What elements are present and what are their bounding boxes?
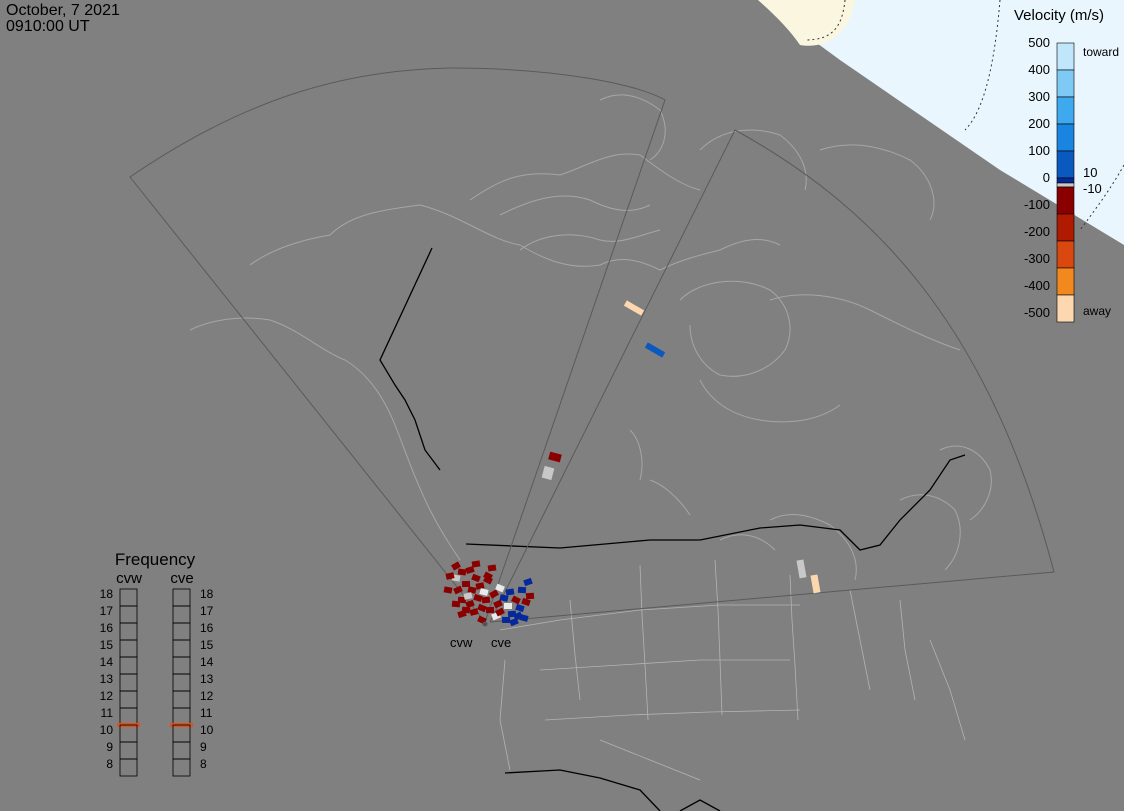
frequency-level-left: 14 [100,655,114,669]
frequency-title: Frequency [115,550,196,569]
frequency-radar-cvw: cvw [116,570,142,587]
radar-label-cve: cve [491,635,511,650]
frequency-level-left: 13 [100,672,114,686]
frequency-level-right: 18 [200,587,214,601]
velocity-swatch [1056,42,1075,71]
scatter-echo [504,603,512,609]
frequency-level-left: 15 [100,638,114,652]
velocity-swatch [1056,294,1075,323]
velocity-tick: -100 [1024,197,1050,212]
frequency-level-right: 11 [200,706,213,720]
scatter-echo [501,616,511,624]
velocity-tick: -200 [1024,224,1050,239]
velocity-tick: 100 [1028,143,1050,158]
frequency-level-left: 9 [106,740,113,754]
velocity-tick: 300 [1028,89,1050,104]
velocity-swatch [1056,240,1075,269]
velocity-inner-tick: 10 [1083,165,1097,180]
scatter-echo [487,564,497,572]
velocity-swatch [1056,213,1075,242]
time-label: 0910:00 UT [6,18,90,35]
velocity-swatch-zero [1056,182,1075,188]
frequency-level-left: 18 [100,587,114,601]
velocity-title: Velocity (m/s) [1014,7,1104,24]
scatter-echo [525,592,535,600]
velocity-swatch [1056,123,1075,152]
frequency-level-left: 12 [100,689,114,703]
frequency-level-right: 16 [200,621,214,635]
frequency-level-left: 10 [100,723,114,737]
velocity-tick: -500 [1024,305,1050,320]
velocity-tick: 500 [1028,35,1050,50]
scatter-echo [485,606,495,614]
velocity-swatch [1056,69,1075,98]
velocity-swatch [1056,186,1075,215]
scatter-echo [471,560,481,568]
velocity-inner-tick: -10 [1083,181,1102,196]
frequency-level-right: 15 [200,638,214,652]
frequency-level-left: 8 [106,757,113,771]
radar-site-marker [482,621,488,627]
date-label: October, 7 2021 [6,2,120,19]
frequency-level-left: 16 [100,621,114,635]
frequency-level-left: 11 [101,706,114,720]
velocity-swatch [1056,267,1075,296]
frequency-level-right: 14 [200,655,214,669]
frequency-level-right: 13 [200,672,214,686]
scatter-echo [481,596,491,604]
scatter-echo [461,580,471,588]
scatter-echo [457,568,467,576]
frequency-level-right: 12 [200,689,214,703]
velocity-swatch [1056,150,1075,179]
frequency-level-right: 10 [200,723,214,737]
frequency-level-right: 8 [200,757,207,771]
velocity-away-label: away [1083,304,1111,318]
frequency-level-right: 17 [200,604,214,618]
velocity-tick: 400 [1028,62,1050,77]
frequency-level-right: 9 [200,740,207,754]
scatter-echo [517,586,527,594]
velocity-toward-label: toward [1083,45,1119,59]
velocity-tick: 200 [1028,116,1050,131]
velocity-swatch [1056,177,1075,184]
radar-map: cvw cve October, 7 2021 0910:00 UT Veloc… [0,0,1124,811]
velocity-tick: -300 [1024,251,1050,266]
velocity-swatch [1056,96,1075,125]
frequency-level-left: 17 [100,604,114,618]
scatter-echo [451,600,461,608]
velocity-tick: 0 [1043,170,1050,185]
velocity-tick: -400 [1024,278,1050,293]
radar-label-cvw: cvw [450,635,473,650]
frequency-radar-cve: cve [170,570,193,587]
